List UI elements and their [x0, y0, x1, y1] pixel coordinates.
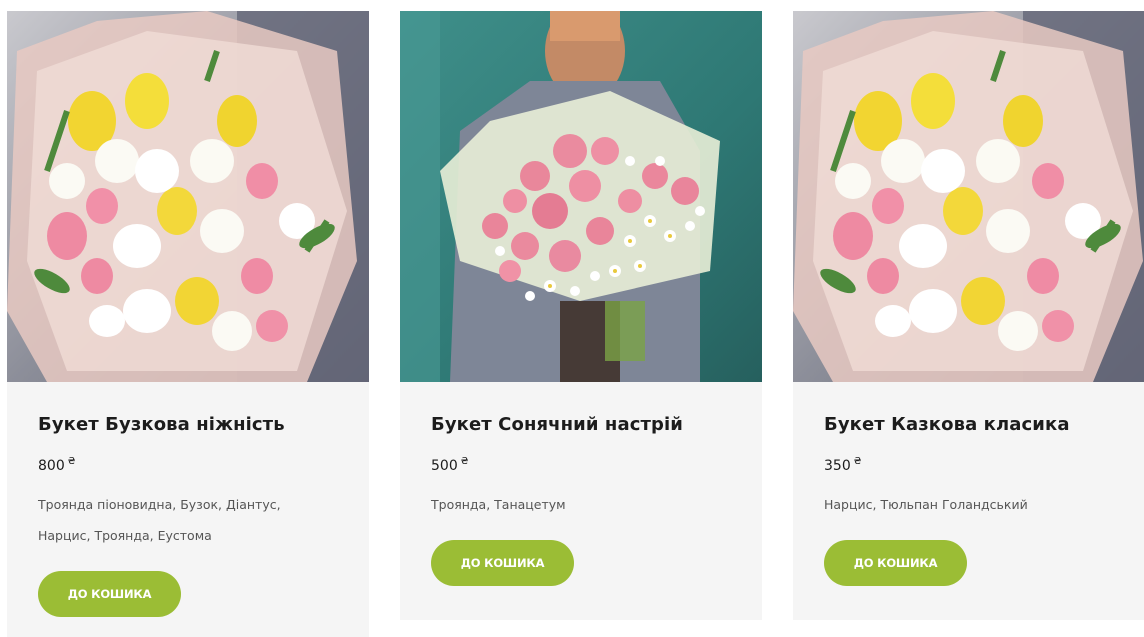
- add-to-cart-button[interactable]: ДО КОШИКА: [824, 540, 967, 586]
- product-ingredients: Троянда піоновидна, Бузок, Діантус, Нарц…: [38, 497, 281, 543]
- product-title[interactable]: Букет Бузкова ніжність: [38, 382, 369, 436]
- price-value: 800: [38, 458, 65, 474]
- product-card: Букет Сонячний настрій 500 ₴ Троянда, Тан…: [400, 11, 762, 620]
- product-image-rose-bouquet[interactable]: [400, 11, 762, 382]
- product-ingredients: Нарцис, Тюльпан Голандський: [824, 497, 1028, 512]
- add-to-cart-button[interactable]: ДО КОШИКА: [38, 571, 181, 617]
- currency-symbol: ₴: [460, 456, 469, 467]
- currency-symbol: ₴: [853, 456, 862, 467]
- price-value: 500: [431, 458, 458, 474]
- product-title[interactable]: Букет Сонячний настрій: [431, 382, 762, 436]
- product-price: 500 ₴: [431, 453, 762, 475]
- price-value: 350: [824, 458, 851, 474]
- add-to-cart-button[interactable]: ДО КОШИКА: [431, 540, 574, 586]
- product-price: 350 ₴: [824, 453, 1144, 475]
- product-title[interactable]: Букет Казкова класика: [824, 382, 1144, 436]
- product-image-tulip-bouquet[interactable]: [7, 11, 369, 382]
- product-grid: Букет Бузкова ніжність 800 ₴ Троянда піон…: [0, 0, 1144, 637]
- product-ingredients: Троянда, Танацетум: [431, 497, 566, 512]
- product-card: Букет Казкова класика 350 ₴ Нарцис, Тюльп…: [793, 11, 1144, 620]
- product-price: 800 ₴: [38, 453, 369, 475]
- product-card: Букет Бузкова ніжність 800 ₴ Троянда піон…: [7, 11, 369, 637]
- product-image-narcissus-bouquet[interactable]: [793, 11, 1144, 382]
- currency-symbol: ₴: [67, 456, 76, 467]
